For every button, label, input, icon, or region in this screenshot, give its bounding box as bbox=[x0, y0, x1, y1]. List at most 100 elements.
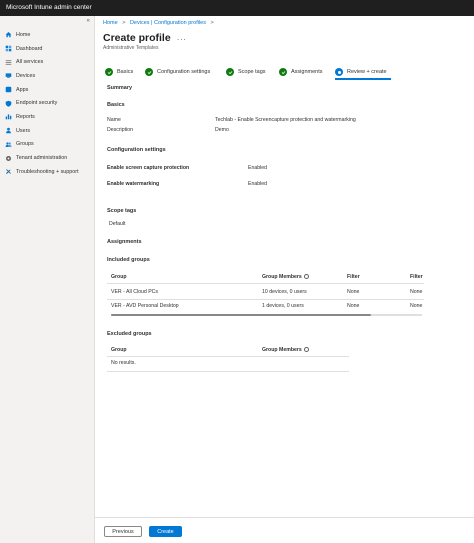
breadcrumb-home[interactable]: Home bbox=[103, 20, 118, 26]
step-basics[interactable]: Basics bbox=[105, 67, 133, 77]
checkmark-icon bbox=[145, 68, 153, 76]
tenant-admin-icon bbox=[5, 155, 12, 162]
column-header-label: Group Members bbox=[262, 347, 302, 353]
column-header-label: Group Members bbox=[262, 274, 302, 280]
endpoint-security-icon bbox=[5, 100, 12, 107]
sidebar-nav: Home Dashboard All services Devices Apps… bbox=[0, 28, 95, 179]
column-header-group: Group bbox=[111, 347, 127, 353]
previous-button[interactable]: Previous bbox=[104, 526, 142, 537]
summary-heading: Summary bbox=[107, 85, 133, 91]
divider bbox=[107, 371, 349, 372]
description-value: Demo bbox=[215, 127, 229, 133]
basics-heading: Basics bbox=[107, 102, 125, 108]
horizontal-scrollbar[interactable] bbox=[111, 313, 422, 317]
sidebar-item-label: Troubleshooting + support bbox=[16, 168, 79, 175]
cell-group: VER - All Cloud PCs bbox=[111, 289, 158, 295]
sidebar-item-groups[interactable]: Groups bbox=[0, 138, 95, 152]
page-subtitle: Administrative Templates bbox=[103, 45, 159, 51]
sidebar-item-label: Endpoint security bbox=[16, 100, 58, 107]
included-groups-heading: Included groups bbox=[107, 257, 150, 263]
app-title-bar: Microsoft Intune admin center bbox=[0, 0, 474, 16]
apps-icon bbox=[5, 86, 12, 93]
more-options-icon[interactable]: ... bbox=[177, 33, 187, 42]
sidebar-item-label: All services bbox=[16, 59, 44, 66]
setting-label: Enable screen capture protection bbox=[107, 165, 190, 171]
cell-group: VER - AVD Personal Desktop bbox=[111, 303, 179, 309]
step-label: Scope tags bbox=[238, 69, 266, 75]
setting-value: Enabled bbox=[248, 165, 268, 171]
users-icon bbox=[5, 127, 12, 134]
breadcrumb-devices-configuration-profiles[interactable]: Devices | Configuration profiles bbox=[130, 20, 206, 26]
sidebar-item-troubleshooting-support[interactable]: Troubleshooting + support bbox=[0, 165, 95, 179]
sidebar-item-label: Tenant administration bbox=[16, 155, 68, 162]
step-label: Review + create bbox=[347, 69, 387, 75]
sidebar-item-tenant-administration[interactable]: Tenant administration bbox=[0, 151, 95, 165]
column-header-group: Group bbox=[111, 274, 127, 280]
step-label: Configuration settings bbox=[157, 69, 211, 75]
app-title: Microsoft Intune admin center bbox=[6, 4, 92, 11]
setting-value: Enabled bbox=[248, 181, 268, 187]
checkmark-icon bbox=[279, 68, 287, 76]
checkmark-icon bbox=[226, 68, 234, 76]
sidebar-item-home[interactable]: Home bbox=[0, 28, 95, 42]
setting-label: Enable watermarking bbox=[107, 181, 160, 187]
info-icon[interactable] bbox=[303, 346, 309, 352]
reports-icon bbox=[5, 113, 12, 120]
excluded-groups-heading: Excluded groups bbox=[107, 331, 152, 337]
checkmark-icon bbox=[105, 68, 113, 76]
create-button[interactable]: Create bbox=[149, 526, 182, 537]
step-configuration-settings[interactable]: Configuration settings bbox=[145, 67, 210, 77]
sidebar-item-label: Dashboard bbox=[16, 45, 43, 52]
footer-bar: Previous Create bbox=[95, 517, 474, 543]
sidebar-item-endpoint-security[interactable]: Endpoint security bbox=[0, 96, 95, 110]
scrollbar-thumb[interactable] bbox=[111, 314, 371, 316]
cell-members: 10 devices, 0 users bbox=[262, 289, 307, 295]
page-title: Create profile bbox=[103, 32, 171, 44]
configuration-settings-heading: Configuration settings bbox=[107, 147, 166, 153]
divider bbox=[107, 283, 424, 284]
sidebar-item-all-services[interactable]: All services bbox=[0, 55, 95, 69]
step-label: Basics bbox=[117, 69, 134, 75]
step-review-create[interactable]: Review + create bbox=[335, 67, 387, 77]
collapse-sidebar-icon[interactable]: « bbox=[87, 18, 90, 24]
column-header-group-members: Group Members bbox=[262, 346, 309, 353]
troubleshooting-icon bbox=[5, 168, 12, 175]
info-icon[interactable] bbox=[303, 273, 309, 279]
breadcrumb: Home > Devices | Configuration profiles … bbox=[103, 20, 217, 26]
step-assignments[interactable]: Assignments bbox=[279, 67, 323, 77]
active-step-underline bbox=[335, 78, 391, 80]
sidebar-item-label: Groups bbox=[16, 141, 34, 148]
name-label: Name bbox=[107, 117, 121, 123]
scope-tag-value: Default bbox=[109, 221, 126, 227]
sidebar-item-label: Users bbox=[16, 127, 31, 134]
cell-members: 1 devices, 0 users bbox=[262, 303, 304, 309]
breadcrumb-separator: > bbox=[122, 20, 126, 26]
cell-filter: None bbox=[347, 289, 360, 295]
assignments-heading: Assignments bbox=[107, 239, 142, 245]
cell-filter: None bbox=[410, 289, 423, 295]
divider bbox=[107, 356, 349, 357]
sidebar-item-label: Home bbox=[16, 31, 31, 38]
sidebar-item-apps[interactable]: Apps bbox=[0, 83, 95, 97]
step-scope-tags[interactable]: Scope tags bbox=[226, 67, 266, 77]
sidebar-item-dashboard[interactable]: Dashboard bbox=[0, 42, 95, 56]
home-icon bbox=[5, 31, 12, 38]
sidebar-item-label: Reports bbox=[16, 113, 35, 120]
cell-filter: None bbox=[410, 303, 423, 309]
name-value: Techlab - Enable Screencapture protectio… bbox=[215, 117, 356, 123]
scope-tags-heading: Scope tags bbox=[107, 208, 137, 214]
empty-results: No results. bbox=[111, 360, 136, 366]
all-services-icon bbox=[5, 59, 12, 66]
step-label: Assignments bbox=[291, 69, 323, 75]
cell-filter: None bbox=[347, 303, 360, 309]
active-step-icon bbox=[335, 68, 343, 76]
main-content: Home > Devices | Configuration profiles … bbox=[95, 16, 474, 543]
sidebar-item-devices[interactable]: Devices bbox=[0, 69, 95, 83]
wizard-steps: Basics Configuration settings Scope tags… bbox=[103, 67, 403, 77]
sidebar-item-reports[interactable]: Reports bbox=[0, 110, 95, 124]
sidebar: « Home Dashboard All services Devices Ap… bbox=[0, 16, 95, 543]
breadcrumb-separator: > bbox=[210, 20, 214, 26]
sidebar-item-label: Apps bbox=[16, 86, 29, 93]
dashboard-icon bbox=[5, 45, 12, 52]
sidebar-item-users[interactable]: Users bbox=[0, 124, 95, 138]
